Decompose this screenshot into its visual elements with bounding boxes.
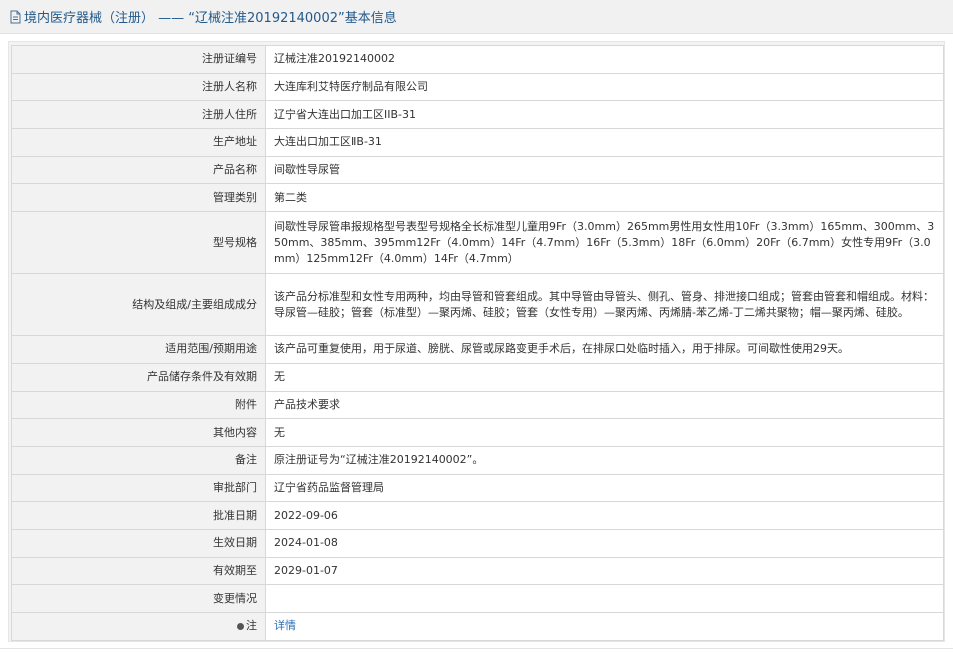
note-label-cell: 注 <box>11 612 266 641</box>
field-label: 有效期至 <box>11 556 266 586</box>
table-row: 管理类别 第二类 <box>11 183 944 213</box>
table-row: 结构及组成/主要组成成分 该产品分标准型和女性专用两种，均由导管和管套组成。其中… <box>11 273 944 337</box>
field-label: 备注 <box>11 445 266 475</box>
page-header: 境内医疗器械（注册） —— “辽械注准20192140002”基本信息 <box>0 0 953 34</box>
table-row: 备注 原注册证号为“辽械注准20192140002”。 <box>11 445 944 475</box>
field-value: 第二类 <box>265 183 944 213</box>
page: 境内医疗器械（注册） —— “辽械注准20192140002”基本信息 注册证编… <box>0 0 953 653</box>
document-icon <box>10 10 21 23</box>
table-row: 附件 产品技术要求 <box>11 390 944 420</box>
field-label: 型号规格 <box>11 211 266 275</box>
table-row: 适用范围/预期用途 该产品可重复使用，用于尿道、膀胱、尿管或尿路变更手术后，在排… <box>11 335 944 364</box>
table-row: 生效日期 2024-01-08 <box>11 528 944 558</box>
table-row: 批准日期 2022-09-06 <box>11 501 944 530</box>
page-title: 境内医疗器械（注册） —— “辽械注准20192140002”基本信息 <box>24 11 397 26</box>
field-value: 产品技术要求 <box>265 390 944 420</box>
field-label: 适用范围/预期用途 <box>11 335 266 364</box>
table-row: 审批部门 辽宁省药品监督管理局 <box>11 473 944 503</box>
field-label: 变更情况 <box>11 584 266 613</box>
field-label: 注册证编号 <box>11 45 266 74</box>
field-label: 结构及组成/主要组成成分 <box>11 273 266 337</box>
table-row: 注册人名称 大连库利艾特医疗制品有限公司 <box>11 72 944 102</box>
table-row: 有效期至 2029-01-07 <box>11 556 944 586</box>
table-row: 注册人住所 辽宁省大连出口加工区IIB-31 <box>11 100 944 130</box>
table-row: 注册证编号 辽械注准20192140002 <box>11 45 944 74</box>
bottom-divider <box>0 648 953 649</box>
field-label: 产品储存条件及有效期 <box>11 362 266 392</box>
details-link[interactable]: 详情 <box>274 619 296 632</box>
table-row: 产品储存条件及有效期 无 <box>11 362 944 392</box>
note-value-cell: 详情 <box>265 612 944 641</box>
field-value: 该产品可重复使用，用于尿道、膀胱、尿管或尿路变更手术后，在排尿口处临时插入，用于… <box>265 335 944 364</box>
field-value: 大连出口加工区ⅡB-31 <box>265 128 944 157</box>
field-label: 注册人名称 <box>11 72 266 102</box>
field-value: 辽械注准20192140002 <box>265 45 944 74</box>
info-panel: 注册证编号 辽械注准20192140002 注册人名称 大连库利艾特医疗制品有限… <box>8 41 945 642</box>
field-value: 大连库利艾特医疗制品有限公司 <box>265 72 944 102</box>
field-value: 间歇性导尿管串报规格型号表型号规格全长标准型儿童用9Fr（3.0mm）265mm… <box>265 211 944 275</box>
field-label: 管理类别 <box>11 183 266 213</box>
field-label: 其他内容 <box>11 418 266 447</box>
field-label: 审批部门 <box>11 473 266 503</box>
field-value: 间歇性导尿管 <box>265 155 944 185</box>
info-table: 注册证编号 辽械注准20192140002 注册人名称 大连库利艾特医疗制品有限… <box>11 45 944 641</box>
field-value: 无 <box>265 362 944 392</box>
field-value: 该产品分标准型和女性专用两种，均由导管和管套组成。其中导管由导管头、侧孔、管身、… <box>265 273 944 337</box>
table-row: 型号规格 间歇性导尿管串报规格型号表型号规格全长标准型儿童用9Fr（3.0mm）… <box>11 211 944 275</box>
field-label: 生产地址 <box>11 128 266 157</box>
field-value: 2029-01-07 <box>265 556 944 586</box>
table-row: 其他内容 无 <box>11 418 944 447</box>
field-value <box>265 584 944 613</box>
field-label: 产品名称 <box>11 155 266 185</box>
note-label: 注 <box>246 619 257 633</box>
field-value: 原注册证号为“辽械注准20192140002”。 <box>265 445 944 475</box>
field-value: 辽宁省药品监督管理局 <box>265 473 944 503</box>
bullet-icon <box>237 622 244 630</box>
field-value: 2024-01-08 <box>265 528 944 558</box>
table-row: 生产地址 大连出口加工区ⅡB-31 <box>11 128 944 157</box>
table-row-note: 注 详情 <box>11 612 944 641</box>
field-value: 辽宁省大连出口加工区IIB-31 <box>265 100 944 130</box>
field-label: 注册人住所 <box>11 100 266 130</box>
field-label: 批准日期 <box>11 501 266 530</box>
field-value: 2022-09-06 <box>265 501 944 530</box>
field-label: 生效日期 <box>11 528 266 558</box>
field-value: 无 <box>265 418 944 447</box>
table-row: 产品名称 间歇性导尿管 <box>11 155 944 185</box>
field-label: 附件 <box>11 390 266 420</box>
table-row: 变更情况 <box>11 584 944 613</box>
